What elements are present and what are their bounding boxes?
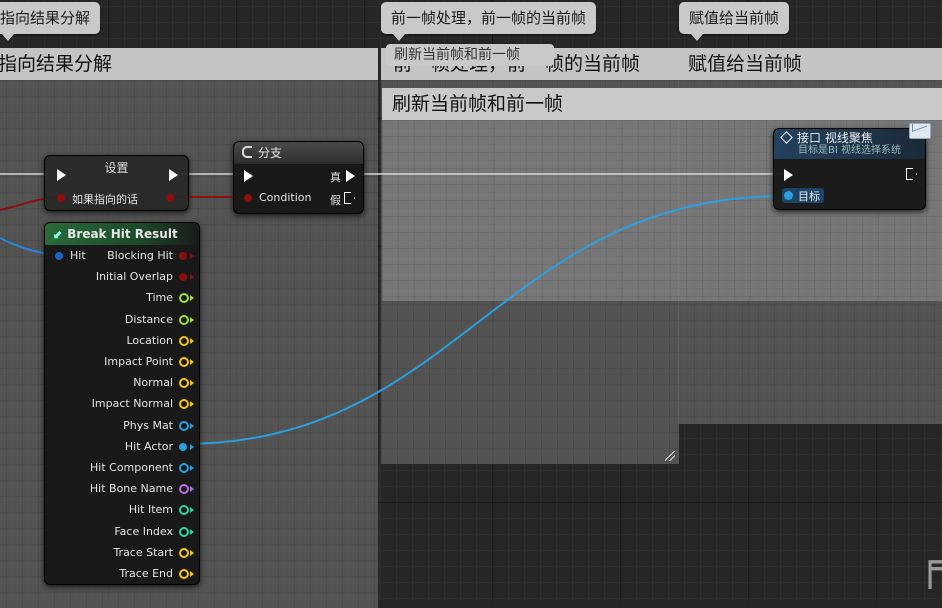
output-pin-label: Location bbox=[126, 333, 173, 347]
pin-arrow-icon bbox=[190, 528, 194, 535]
exec-false-pin[interactable] bbox=[344, 192, 355, 204]
comment-bubble-previous-frame[interactable]: 前一帧处理，前一帧的当前帧 bbox=[381, 2, 597, 41]
break-struct-icon: ⬋ bbox=[53, 227, 64, 241]
output-pin-label: Trace Start bbox=[113, 545, 173, 559]
branch-icon bbox=[242, 146, 252, 158]
set-variable-node[interactable]: 设置 如果指向的话 bbox=[44, 155, 189, 211]
pin-arrow-icon bbox=[190, 274, 194, 281]
exec-true-pin[interactable] bbox=[346, 170, 355, 182]
pin-arrow-icon bbox=[190, 295, 194, 302]
pin-arrow-icon bbox=[190, 507, 194, 514]
pin-label: 如果指向的话 bbox=[72, 193, 138, 206]
output-pin[interactable] bbox=[179, 526, 189, 537]
corner-watermark-icon: ╒ bbox=[918, 543, 942, 589]
node-header: 接口 视线聚焦 目标是BI 视线选择系统 bbox=[774, 129, 925, 159]
output-pin-label: Blocking Hit bbox=[107, 249, 173, 262]
output-pin-label: Hit Item bbox=[128, 503, 173, 517]
node-header: 分支 bbox=[234, 142, 363, 164]
pin-arrow-icon bbox=[190, 422, 194, 429]
pin-arrow-icon bbox=[190, 465, 194, 471]
exec-in-pin[interactable] bbox=[244, 170, 253, 182]
resize-handle-icon[interactable] bbox=[665, 451, 675, 461]
exec-in-pin[interactable] bbox=[784, 169, 793, 181]
bool-in-pin[interactable] bbox=[57, 194, 65, 202]
condition-pin[interactable] bbox=[244, 194, 252, 202]
output-pin[interactable] bbox=[179, 420, 189, 431]
output-pin[interactable] bbox=[179, 252, 187, 260]
comment-title: 赋值给当前帧 bbox=[678, 48, 942, 80]
target-pin-dot bbox=[784, 191, 793, 200]
output-pin[interactable] bbox=[179, 484, 189, 495]
comment-title: 指向结果分解 bbox=[0, 48, 378, 80]
output-pin-label: Normal bbox=[133, 376, 173, 390]
message-envelope-icon bbox=[909, 118, 931, 139]
output-pin-label: Initial Overlap bbox=[95, 270, 173, 284]
output-pin[interactable] bbox=[179, 335, 189, 346]
output-pin-label: Distance bbox=[124, 312, 173, 326]
output-pin-label: Impact Normal bbox=[91, 397, 173, 411]
node-title: 设置 bbox=[104, 161, 129, 175]
pin-arrow-icon bbox=[190, 443, 194, 450]
interface-icon bbox=[780, 131, 793, 144]
pin-arrow-icon bbox=[190, 571, 194, 577]
pin-arrow-icon bbox=[190, 253, 194, 259]
output-pin-label: Time bbox=[146, 291, 173, 305]
exec-in-pin[interactable] bbox=[57, 169, 66, 181]
pin-arrow-icon bbox=[190, 337, 194, 344]
output-pin-label: Trace End bbox=[119, 567, 173, 580]
output-pin-label: Hit Component bbox=[90, 461, 173, 474]
output-pin[interactable] bbox=[179, 505, 189, 516]
output-pin[interactable] bbox=[179, 273, 187, 282]
pin-arrow-icon bbox=[190, 486, 194, 493]
output-pin-label: Hit Actor bbox=[124, 439, 173, 453]
output-pin[interactable] bbox=[179, 314, 189, 325]
output-pin-label: Impact Point bbox=[104, 355, 173, 368]
comment-bubble-hit-result[interactable]: 指向结果分解 bbox=[0, 2, 101, 41]
exec-out-pin[interactable] bbox=[169, 169, 178, 181]
hit-input-pin[interactable] bbox=[55, 252, 63, 260]
node-header: ⬋ Break Hit Result bbox=[45, 223, 199, 245]
break-hit-result-node[interactable]: ⬋ Break Hit Result Hit Blocking Hit Initi… bbox=[44, 222, 200, 585]
output-pin[interactable] bbox=[179, 547, 189, 558]
output-pin-label: Hit Bone Name bbox=[89, 482, 173, 496]
comment-bubble-refresh-partial: 刷新当前帧和前一帧 bbox=[386, 44, 554, 66]
interface-message-node[interactable]: 接口 视线聚焦 目标是BI 视线选择系统 目标 bbox=[773, 118, 931, 210]
pin-arrow-icon bbox=[190, 401, 194, 408]
pin-arrow-icon bbox=[190, 316, 194, 323]
bool-out-pin[interactable] bbox=[166, 194, 174, 202]
pin-arrow-icon bbox=[190, 549, 194, 556]
true-label: 真 bbox=[330, 171, 341, 184]
pin-arrow-icon bbox=[190, 380, 194, 387]
output-pin[interactable] bbox=[179, 442, 187, 451]
output-pin[interactable] bbox=[179, 399, 189, 410]
exec-out-pin[interactable] bbox=[906, 168, 917, 180]
pin-arrow-icon bbox=[190, 359, 194, 365]
output-pin-label: Phys Mat bbox=[123, 418, 173, 432]
output-pin[interactable] bbox=[179, 463, 189, 473]
node-subtitle: 目标是BI 视线选择系统 bbox=[798, 145, 901, 156]
output-pin[interactable] bbox=[179, 357, 189, 367]
output-pin[interactable] bbox=[179, 569, 189, 579]
comment-bubble-assign-current[interactable]: 赋值给当前帧 bbox=[679, 2, 790, 41]
comment-title: 刷新当前帧和前一帧 bbox=[382, 88, 942, 120]
branch-node[interactable]: 分支 真 Condition 假 bbox=[233, 141, 364, 214]
hit-input-label: Hit bbox=[70, 249, 86, 262]
condition-label: Condition bbox=[259, 191, 312, 204]
output-pin[interactable] bbox=[179, 293, 189, 304]
false-label: 假 bbox=[330, 194, 341, 207]
output-pin-label: Face Index bbox=[114, 524, 173, 538]
output-pin[interactable] bbox=[179, 378, 189, 389]
target-pin[interactable]: 目标 bbox=[782, 188, 824, 203]
